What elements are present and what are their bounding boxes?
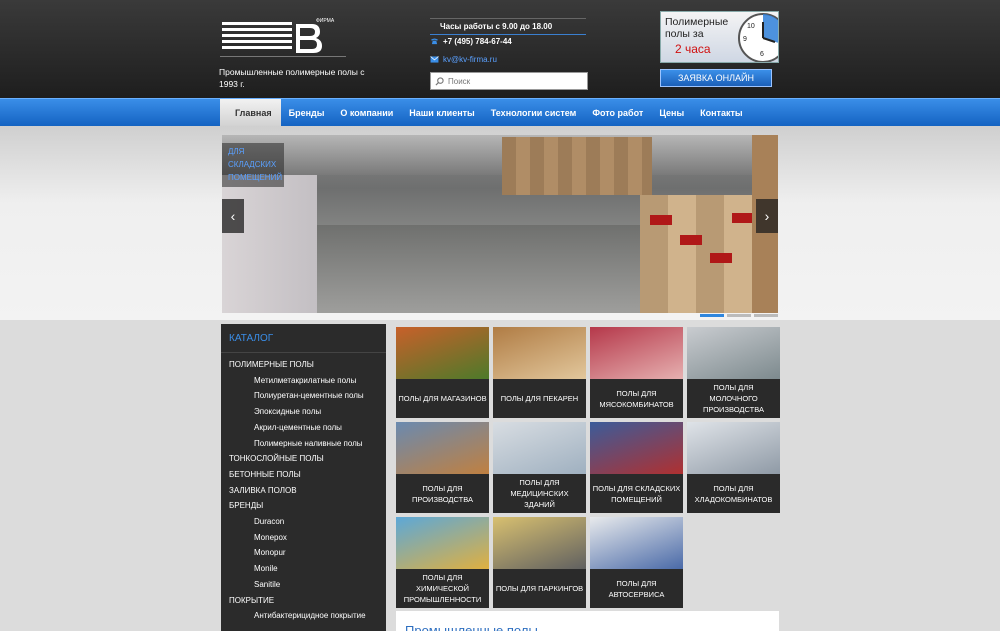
promo-highlight: 2 часа <box>675 42 711 56</box>
content-title: Промышленные полы <box>405 623 538 631</box>
logo-lines <box>222 22 292 52</box>
category-tile-label: Полы для медицинских зданий <box>510 478 569 509</box>
category-tile-label: Полы для пекарен <box>500 394 579 403</box>
category-tile[interactable]: Полы для хладокомбинатов <box>687 422 780 513</box>
category-tile-image <box>396 422 489 474</box>
category-tile-label: Полы для магазинов <box>398 394 487 403</box>
promo-text: Полимерные полы за <box>665 16 729 40</box>
catalog-sidebar: КАТАЛОГ ПОЛИМЕРНЫЕ ПОЛЫ Метилметакрилатны… <box>221 324 386 631</box>
slider-prev-button[interactable]: ‹ <box>222 199 244 233</box>
svg-text:10: 10 <box>747 23 755 30</box>
category-tile-image <box>687 422 780 474</box>
category-tile-label: Полы для паркингов <box>495 584 584 593</box>
category-tile[interactable]: Полы для молочного производства <box>687 327 780 418</box>
tagline: Промышленные полимерные полы с 1993 г. <box>219 67 365 89</box>
slider-pagination <box>700 314 778 317</box>
category-tile[interactable]: Полы для автосервиса <box>590 517 683 608</box>
nav-list: Главная Бренды О компании Наши клиенты Техно… <box>220 99 751 126</box>
catalog-subitem[interactable]: Monepox <box>221 530 386 546</box>
company-logo[interactable]: ФИРМА <box>220 18 345 58</box>
catalog-item[interactable]: ЗАЛИВКА ПОЛОВ <box>221 483 386 499</box>
catalog-item[interactable]: ПОКРЫТИЕ <box>221 593 386 609</box>
catalog-subitem[interactable]: Monopur <box>221 545 386 561</box>
category-tile-image <box>493 422 586 474</box>
search-box <box>430 72 588 90</box>
category-tile-label: Полы для мясокомбинатов <box>599 388 674 409</box>
nav-item[interactable]: О компании <box>332 99 401 126</box>
category-tile-image <box>590 327 683 379</box>
catalog-title: КАТАЛОГ <box>221 324 386 353</box>
catalog-subitem[interactable]: Полимерные наливные полы <box>221 436 386 452</box>
category-tile-label: Полы для производства <box>412 483 473 504</box>
catalog-subitem[interactable]: Duracon <box>221 514 386 530</box>
order-online-button[interactable]: ЗАЯВКА ОНЛАЙН <box>660 69 772 87</box>
slide-caption[interactable]: для складских помещений <box>222 143 284 187</box>
slider-dot[interactable] <box>700 314 724 317</box>
catalog-list: ПОЛИМЕРНЫЕ ПОЛЫ Метилметакрилатные полы По… <box>221 357 386 624</box>
catalog-item[interactable]: ТОНКОСЛОЙНЫЕ ПОЛЫ <box>221 451 386 467</box>
clock-icon: 6 9 10 <box>738 13 778 62</box>
slider-dot[interactable] <box>754 314 778 317</box>
logo-mark-icon <box>296 24 322 53</box>
category-tile-image <box>396 517 489 569</box>
catalog-subitem[interactable]: Акрил-цементные полы <box>221 420 386 436</box>
hero-slide-image <box>222 135 778 313</box>
nav-item[interactable]: Наши клиенты <box>401 99 482 126</box>
category-tile[interactable]: Полы для паркингов <box>493 517 586 608</box>
phone[interactable]: +7 (495) 784-67-44 <box>430 37 512 46</box>
catalog-item[interactable]: ПОЛИМЕРНЫЕ ПОЛЫ <box>221 357 386 373</box>
category-tile-label: Полы для химической промышленности <box>403 573 482 604</box>
logo-firm-text: ФИРМА <box>316 18 335 24</box>
category-tile-image <box>493 327 586 379</box>
category-tile[interactable]: Полы для мясокомбинатов <box>590 327 683 418</box>
slider-next-button[interactable]: › <box>756 199 778 233</box>
catalog-item[interactable]: БЕТОННЫЕ ПОЛЫ <box>221 467 386 483</box>
logo-divider <box>220 56 346 57</box>
category-tile-image <box>493 517 586 569</box>
category-tile-image <box>590 517 683 569</box>
email[interactable]: kv@kv-firma.ru <box>430 55 497 64</box>
category-tile-image <box>396 327 489 379</box>
chevron-left-icon: ‹ <box>230 208 236 224</box>
category-tile[interactable]: Полы для химической промышленности <box>396 517 489 608</box>
slider-dot[interactable] <box>727 314 751 317</box>
nav-item[interactable]: Фото работ <box>584 99 651 126</box>
catalog-subitem[interactable]: Monile <box>221 561 386 577</box>
nav-item[interactable]: Бренды <box>281 99 333 126</box>
catalog-subitem[interactable]: Эпоксидные полы <box>221 404 386 420</box>
category-tile-label: Полы для складских помещений <box>592 483 681 504</box>
phone-number: +7 (495) 784-67-44 <box>443 37 512 46</box>
promo-banner[interactable]: Полимерные полы за 2 часа 6 9 10 <box>660 11 779 63</box>
category-tile[interactable]: Полы для производства <box>396 422 489 513</box>
catalog-subitem[interactable]: Sanitile <box>221 577 386 593</box>
search-input[interactable] <box>448 76 583 86</box>
catalog-subitem[interactable]: Метилметакрилатные полы <box>221 373 386 389</box>
category-tile-label: Полы для молочного производства <box>703 383 764 414</box>
category-tile[interactable]: Полы для медицинских зданий <box>493 422 586 513</box>
category-tile[interactable]: Полы для складских помещений <box>590 422 683 513</box>
header: ФИРМА Промышленные полимерные полы с 199… <box>0 0 1000 98</box>
category-tile-image <box>687 327 780 379</box>
svg-text:6: 6 <box>760 51 764 58</box>
category-tile-image <box>590 422 683 474</box>
svg-text:9: 9 <box>743 36 747 43</box>
mail-icon <box>430 56 439 63</box>
category-tile[interactable]: Полы для пекарен <box>493 327 586 418</box>
email-address: kv@kv-firma.ru <box>443 55 497 64</box>
catalog-item[interactable]: БРЕНДЫ <box>221 498 386 514</box>
nav-item[interactable]: Технологии систем <box>483 99 585 126</box>
nav-item[interactable]: Главная <box>220 99 281 126</box>
search-icon[interactable] <box>435 76 444 86</box>
phone-icon <box>431 38 438 45</box>
category-tile-label: Полы для автосервиса <box>608 578 665 599</box>
nav-item[interactable]: Контакты <box>692 99 750 126</box>
category-tile-label: Полы для хладокомбинатов <box>694 483 773 504</box>
nav-item[interactable]: Цены <box>651 99 692 126</box>
catalog-subitem[interactable]: Полиуретан-цементные полы <box>221 388 386 404</box>
chevron-right-icon: › <box>764 208 770 224</box>
catalog-subitem[interactable]: Антибактерицидное покрытие <box>221 608 386 624</box>
category-tile[interactable]: Полы для магазинов <box>396 327 489 418</box>
main-nav: Главная Бренды О компании Наши клиенты Техно… <box>0 98 1000 126</box>
working-hours: Часы работы с 9.00 до 18.00 <box>430 18 586 35</box>
